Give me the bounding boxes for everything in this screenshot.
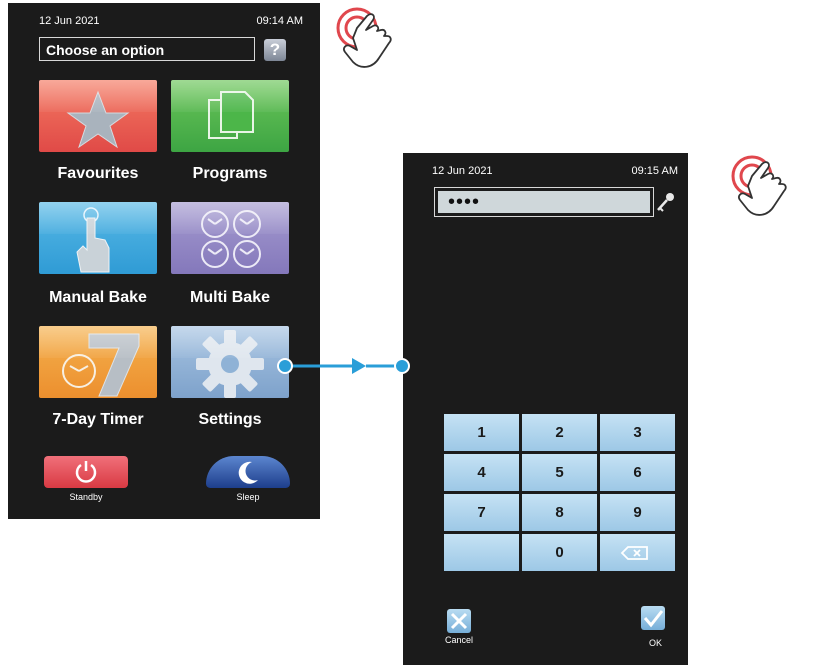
connector-end-dot bbox=[394, 358, 410, 374]
touch-hand-icon bbox=[731, 155, 787, 216]
touch-hand-icon bbox=[336, 7, 392, 68]
connector-start-dot bbox=[277, 358, 293, 374]
arrow-head bbox=[352, 358, 366, 374]
